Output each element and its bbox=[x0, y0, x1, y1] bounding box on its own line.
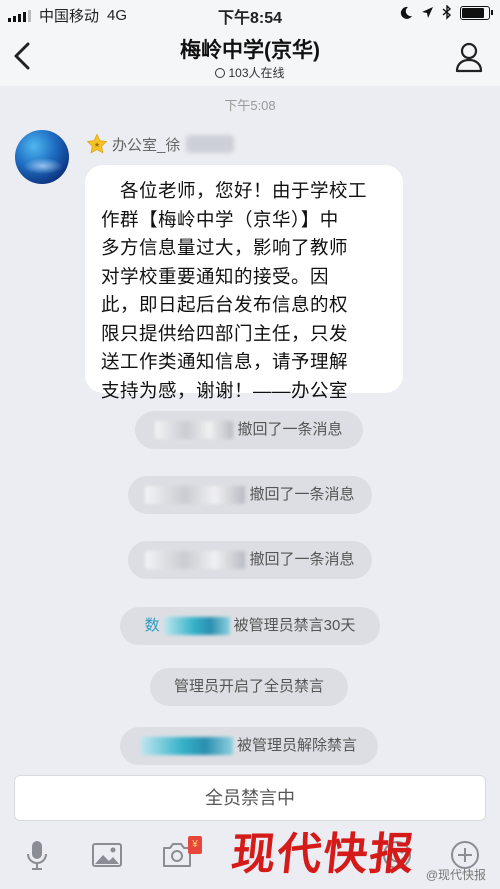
redacted-user bbox=[145, 486, 246, 504]
message-timestamp: 下午5:08 bbox=[224, 98, 276, 113]
watermark-source: @现代快报 bbox=[425, 868, 486, 882]
moon-icon bbox=[400, 6, 412, 19]
notice-text: 被管理员禁言30天 bbox=[233, 617, 356, 634]
message-bubble[interactable]: 各位老师，您好！由于学校工 作群【梅岭中学（京华）】中 多方信息量过大，影响了教… bbox=[85, 165, 403, 401]
notice-prefix: 数 bbox=[144, 617, 160, 634]
message-line: 多方信息量过大，影响了教师 bbox=[101, 237, 349, 258]
battery-icon bbox=[460, 5, 493, 20]
redacted-user bbox=[145, 551, 246, 569]
message-line: 作群【梅岭中学（京华）】中 bbox=[101, 208, 339, 230]
microphone-icon[interactable] bbox=[20, 838, 54, 872]
bluetooth-icon bbox=[442, 5, 452, 20]
message-line: 对学校重要通知的接受。因 bbox=[101, 265, 330, 287]
group-members-icon[interactable] bbox=[454, 40, 488, 74]
system-notice-recall: 撤回了一条消息 bbox=[135, 411, 363, 449]
system-notice-recall: 撤回了一条消息 bbox=[128, 476, 372, 514]
image-icon[interactable] bbox=[90, 838, 124, 872]
message-line: 送工作类通知信息，请予理解 bbox=[101, 351, 349, 372]
notice-text: 撤回了一条消息 bbox=[237, 421, 343, 438]
system-notice-unmute: 被管理员解除禁言 bbox=[120, 727, 378, 765]
notice-text: 撤回了一条消息 bbox=[249, 551, 355, 568]
sender-name: 办公室_徐 bbox=[112, 136, 181, 154]
red-packet-icon[interactable]: ¥ bbox=[188, 836, 202, 854]
system-notice-mute: 数 被管理员禁言30天 bbox=[120, 607, 380, 645]
sender-avatar[interactable] bbox=[15, 130, 69, 184]
message-line: 各位老师，您好！由于学校工 bbox=[101, 180, 368, 201]
redacted-user bbox=[140, 737, 233, 755]
system-notice-recall: 撤回了一条消息 bbox=[128, 541, 372, 579]
notice-text: 被管理员解除禁言 bbox=[236, 737, 357, 754]
message-line: 此，即日起后台发布信息的权 bbox=[101, 294, 349, 315]
notice-text: 撤回了一条消息 bbox=[249, 486, 355, 503]
admin-star-icon: ★ bbox=[86, 133, 108, 154]
group-title[interactable]: 梅岭中学(京华) bbox=[0, 34, 500, 64]
online-status[interactable]: 103人在线 bbox=[0, 64, 500, 81]
message-line: 限只提供给四部门主任，只发 bbox=[101, 322, 349, 344]
chat-header: 梅岭中学(京华) 103人在线 bbox=[0, 28, 500, 86]
redacted-user bbox=[163, 617, 230, 635]
online-indicator-icon bbox=[215, 68, 226, 78]
notice-text: 管理员开启了全员禁言 bbox=[173, 678, 324, 695]
online-count: 103人在线 bbox=[228, 66, 285, 80]
muted-input-bar: 全员禁言中 bbox=[14, 775, 486, 821]
redacted-user bbox=[155, 421, 234, 439]
watermark-logo: 现代快报 bbox=[228, 829, 419, 880]
system-notice-mute-all: 管理员开启了全员禁言 bbox=[150, 668, 348, 706]
redacted-name bbox=[186, 135, 235, 153]
svg-text:★: ★ bbox=[94, 141, 100, 149]
status-icons bbox=[399, 5, 493, 20]
status-bar: 中国移动 4G 下午8:54 bbox=[0, 0, 500, 28]
sender-line: ★ 办公室_徐 bbox=[86, 133, 235, 155]
message-line: 支持为感，谢谢！——办公室 bbox=[101, 379, 349, 401]
location-icon bbox=[422, 7, 433, 18]
